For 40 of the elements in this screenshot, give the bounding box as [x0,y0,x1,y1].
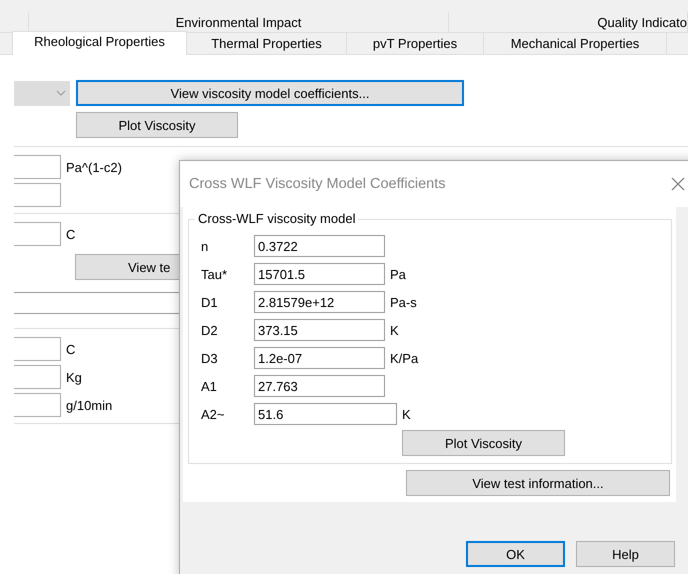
unit-label: K [402,406,411,422]
input-field[interactable] [14,155,61,179]
unit-label: K [390,322,399,338]
parameter-label: D1 [201,294,219,310]
input-field[interactable]: 51.6 [254,403,397,425]
input-field[interactable] [14,222,61,246]
input-field[interactable]: 373.15 [254,319,385,341]
input-field[interactable] [14,365,61,389]
unit-label: Kg [66,370,82,384]
parameter-label: A2~ [201,406,226,422]
view-test-button[interactable]: View test information... [406,470,670,496]
ok-button[interactable]: OK [466,541,565,567]
parameter-label: n [201,238,210,254]
plot-viscosity-button[interactable]: Plot Viscosity [76,112,238,138]
chevron-down-icon [56,90,66,96]
input-field[interactable] [14,183,61,207]
unit-label: Pa [390,266,406,282]
parameter-label: D3 [201,350,219,366]
parameter-label: A1 [201,378,218,394]
input-field[interactable]: 27.763 [254,375,385,397]
view-coefficients-button[interactable]: View viscosity model coefficients... [76,80,464,106]
parameter-label: D2 [201,322,219,338]
group-label: Cross-WLF viscosity model [195,211,358,226]
dialog-title: Cross WLF Viscosity Model Coefficients [189,176,446,192]
input-field[interactable] [14,393,61,417]
unit-label: Pa-s [390,294,417,310]
help-button[interactable]: Help [576,541,675,567]
unit-label: C [66,342,76,356]
unit-label: C [66,226,76,242]
input-field[interactable]: 2.81579e+12 [254,291,385,313]
plot-viscosity-button[interactable]: Plot Viscosity [402,430,565,456]
input-field[interactable]: 1.2e-07 [254,347,385,369]
input-field[interactable] [14,337,61,361]
input-field[interactable]: 0.3722 [254,235,385,257]
input-field[interactable]: 15701.5 [254,263,385,285]
unit-label: K/Pa [390,350,418,366]
unit-label: g/10min [66,398,112,412]
tab[interactable]: Rheological Properties [12,31,187,55]
unit-label: Pa^(1-c2) [66,160,122,174]
close-icon[interactable] [671,177,685,191]
